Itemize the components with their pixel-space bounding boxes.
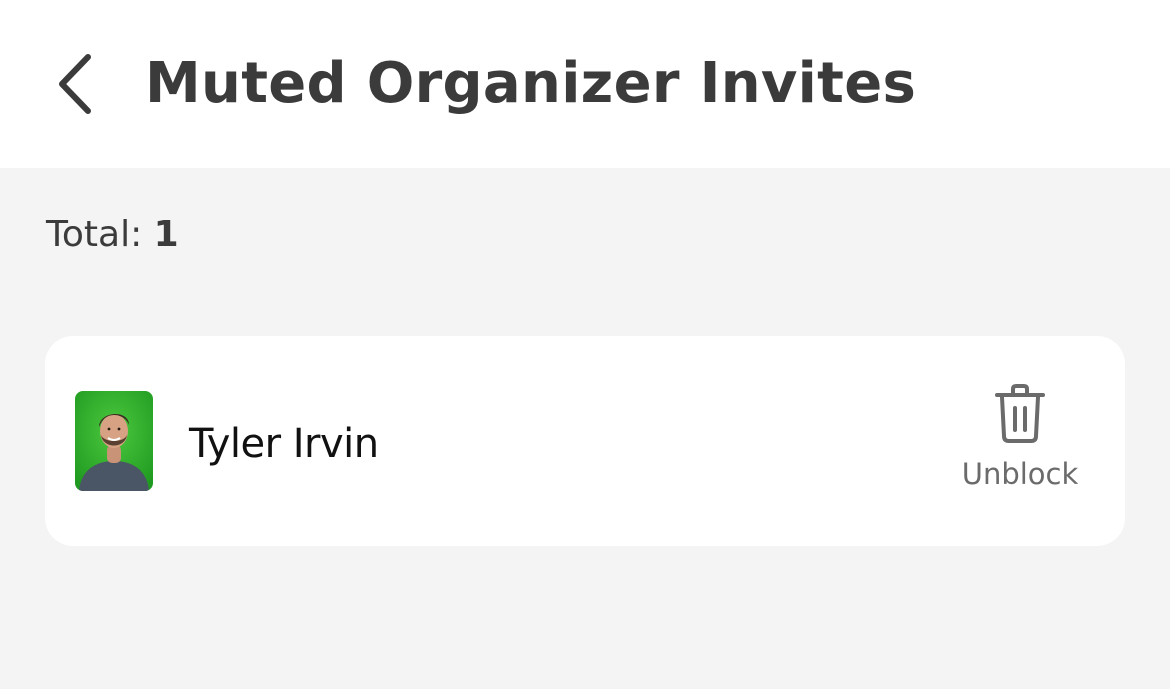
total-count: Total: 1 [46, 210, 179, 260]
avatar [75, 391, 153, 491]
app-header: Muted Organizer Invites [0, 0, 1170, 168]
unblock-label: Unblock [961, 457, 1079, 491]
trash-icon [995, 384, 1045, 443]
page-title: Muted Organizer Invites [145, 51, 917, 116]
muted-organizer-card: Tyler Irvin Unblock [45, 336, 1125, 546]
back-button[interactable] [44, 46, 104, 122]
unblock-button[interactable]: Unblock [950, 380, 1090, 500]
chevron-left-icon [59, 54, 91, 114]
total-label: Total: [46, 214, 143, 255]
total-value: 1 [153, 214, 179, 255]
organizer-name: Tyler Irvin [189, 421, 379, 467]
